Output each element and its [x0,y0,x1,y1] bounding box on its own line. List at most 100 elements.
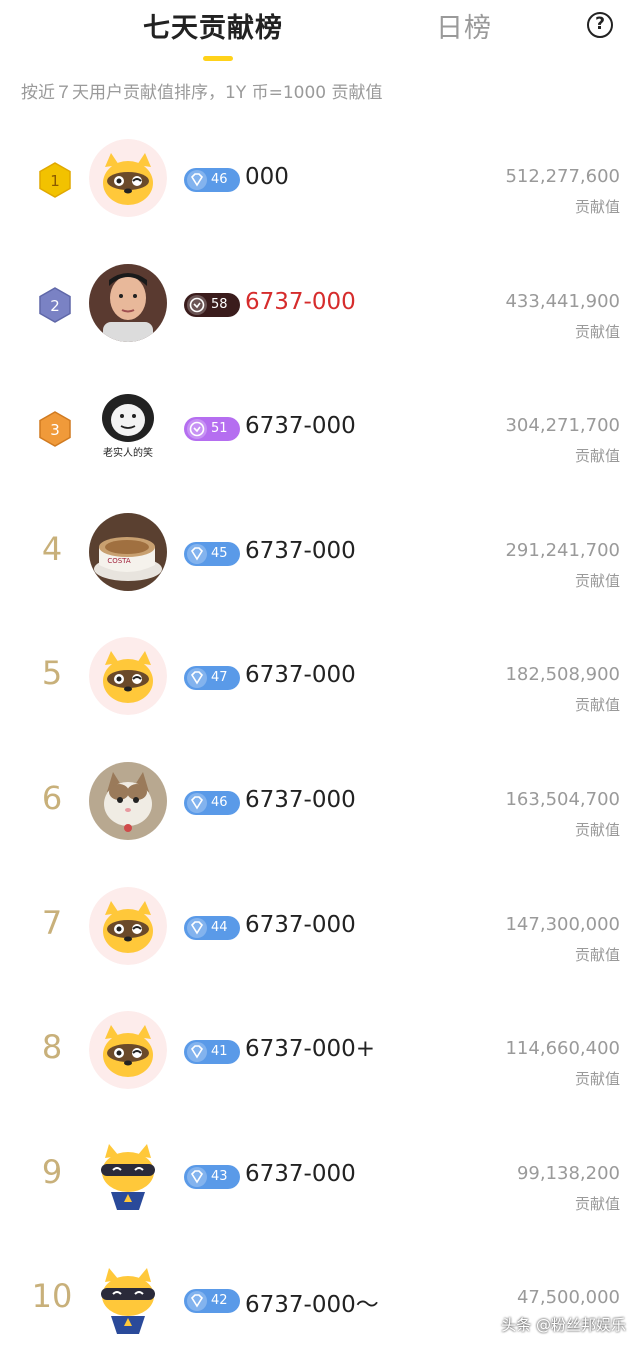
username[interactable]: 000 [245,164,289,190]
level-badge: 42 [184,1289,240,1314]
username[interactable]: 6737-000 [245,662,356,688]
level-badge: 44 [184,915,240,940]
list-item[interactable]: 7 44 6737-000 147,300,000 贡献值 [0,864,640,989]
rank-number: 1 [50,172,60,190]
heart-shield-icon [187,419,207,440]
raccoon-costume-avatar[interactable] [89,1135,167,1214]
contribution-score: 291,241,700 [505,539,620,561]
raccoon-avatar[interactable] [89,1011,167,1090]
cat-avatar[interactable] [89,761,167,840]
list-item[interactable]: 8 41 6737-000+ 114,660,400 贡献值 [0,988,640,1113]
level-number: 46 [211,172,228,187]
watermark: 头条 @粉丝邦娱乐 [501,1316,626,1334]
level-badge: 51 [184,417,240,442]
list-item[interactable]: 6 46 6737-000 163,504,700 贡献值 [0,739,640,864]
tab-active-indicator [203,56,233,61]
contribution-label: 贡献值 [574,1194,620,1213]
ranking-list: 1 46 000 512,277,600 贡献值 2 58 6737-000 4… [0,116,640,1362]
contribution-label: 贡献值 [574,1070,620,1089]
contribution-score: 99,138,200 [516,1162,620,1184]
raccoon-costume-avatar[interactable] [89,1260,167,1339]
diamond-icon [187,1042,207,1063]
contribution-score: 163,504,700 [505,788,620,810]
tab-seven-day[interactable]: 七天贡献榜 [143,6,283,45]
contribution-score: 47,500,000 [516,1287,620,1309]
rank-number: 6 [41,778,63,817]
level-badge: 47 [184,666,240,691]
diamond-icon [187,543,207,564]
level-number: 44 [211,919,228,935]
level-badge: 46 [184,790,240,815]
contribution-label: 贡献值 [574,945,620,964]
username[interactable]: 6737-000～ [245,1285,379,1319]
level-number: 42 [211,1293,228,1309]
contribution-score: 182,508,900 [505,664,620,686]
raccoon-avatar[interactable] [89,637,167,716]
meme-caption: 老实人的笑 [103,446,153,459]
contribution-label: 贡献值 [574,571,620,590]
list-item[interactable]: 2 58 6737-000 433,441,900 贡献值 [0,241,640,366]
contribution-label: 贡献值 [574,198,620,216]
contribution-score: 114,660,400 [505,1038,620,1060]
username[interactable]: 6737-000 [245,289,356,315]
help-icon[interactable]: ? [587,12,613,38]
tab-daily[interactable]: 日榜 [436,6,492,45]
level-number: 46 [211,794,228,810]
rank-badge-silver: 2 [36,286,74,324]
list-item[interactable]: 4 COSTA 45 6737-000 291,241,700 贡献值 [0,490,640,615]
level-badge: 43 [184,1164,240,1189]
list-item[interactable]: 5 47 6737-000 182,508,900 贡献值 [0,614,640,739]
coffee-avatar[interactable]: COSTA [89,512,167,591]
diamond-icon [187,668,207,689]
rank-number: 9 [41,1152,63,1191]
cup-logo: COSTA [107,557,131,565]
diamond-icon [187,792,207,813]
ranking-description: 按近７天用户贡献值排序，1Y 币=1000 贡献值 [21,83,383,103]
diamond-icon [187,1166,207,1187]
diamond-icon [187,170,207,190]
list-item[interactable]: 10 42 6737-000～ 47,500,000 [0,1237,640,1362]
rank-number: 2 [50,297,60,315]
rank-number: 3 [50,421,60,439]
rank-number: 8 [41,1028,63,1067]
contribution-label: 贡献值 [574,447,620,466]
rank-badge-bronze: 3 [36,410,74,448]
level-badge: 58 [184,292,240,317]
level-number: 51 [211,421,228,437]
level-number: 43 [211,1168,228,1184]
raccoon-avatar[interactable] [89,886,167,965]
list-item[interactable]: 1 46 000 512,277,600 贡献值 [0,116,640,241]
list-item[interactable]: 3 老实人的笑 51 6737-000 304,271,700 贡献值 [0,365,640,490]
diamond-icon [187,917,207,938]
list-item[interactable]: 9 43 6737-000 99,138,200 贡献值 [0,1113,640,1238]
heart-shield-icon [187,294,207,315]
contribution-score: 304,271,700 [505,415,620,437]
header: 七天贡献榜 日榜 ? [0,0,640,66]
rank-number: 10 [31,1277,73,1316]
level-number: 47 [211,670,228,686]
rank-number: 5 [41,654,63,693]
username[interactable]: 6737-000 [245,1161,356,1187]
level-badge: 46 [184,168,240,192]
rank-number: 4 [41,529,63,568]
rank-badge-gold: 1 [36,161,74,199]
level-badge: 41 [184,1040,240,1065]
contribution-label: 贡献值 [574,322,620,341]
diamond-icon [187,1291,207,1312]
contribution-score: 512,277,600 [505,166,620,187]
level-number: 41 [211,1044,228,1060]
contribution-score: 433,441,900 [505,290,620,312]
username[interactable]: 6737-000 [245,787,356,813]
username[interactable]: 6737-000 [245,912,356,938]
username[interactable]: 6737-000 [245,538,356,564]
level-number: 45 [211,545,228,561]
photo-avatar[interactable] [89,263,167,342]
raccoon-avatar[interactable] [89,139,167,217]
contribution-score: 147,300,000 [505,913,620,935]
rank-number: 7 [41,903,63,942]
username[interactable]: 6737-000+ [245,1036,375,1062]
username[interactable]: 6737-000 [245,413,356,439]
contribution-label: 贡献值 [574,820,620,839]
contribution-label: 贡献值 [574,696,620,715]
meme-avatar[interactable]: 老实人的笑 [89,388,167,467]
